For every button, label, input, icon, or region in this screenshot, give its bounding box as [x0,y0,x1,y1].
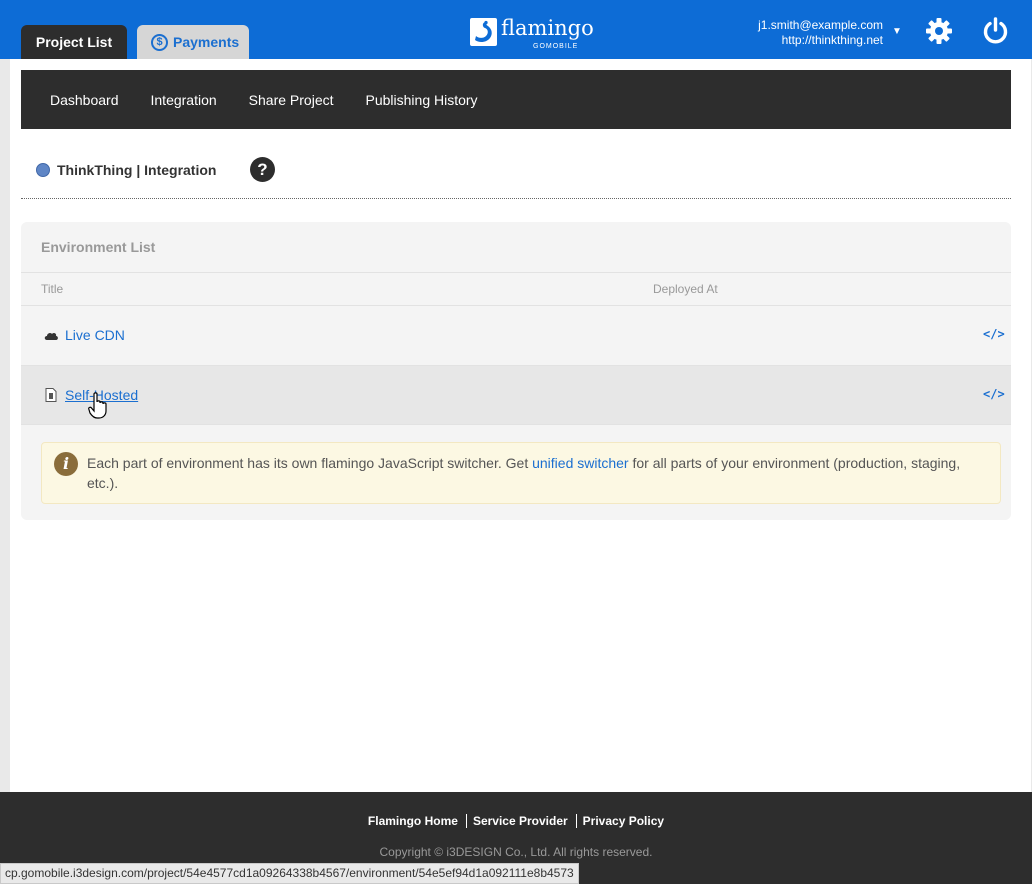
hand-cursor-icon [88,392,107,419]
dollar-circle-icon: $ [151,33,168,51]
subnav-dashboard[interactable]: Dashboard [50,92,119,108]
subnav-publishing-history[interactable]: Publishing History [366,92,478,108]
unified-switcher-link[interactable]: unified switcher [532,455,629,471]
tab-payments[interactable]: $ Payments [137,25,249,59]
footer-links: Flamingo Home Service Provider Privacy Pol… [0,814,1032,828]
page-header: ThinkThing | Integration [36,157,216,183]
code-icon[interactable]: </> [983,387,1005,401]
divider [21,272,1011,273]
tab-project-list-label: Project List [35,34,113,50]
page-title: ThinkThing | Integration [57,162,217,178]
subnav-share-project[interactable]: Share Project [249,92,334,108]
power-icon[interactable] [982,17,1009,44]
subnav-integration[interactable]: Integration [151,92,217,108]
copyright: Copyright © i3DESIGN Co., Ltd. All right… [379,845,653,859]
tab-payments-label: Payments [173,34,240,50]
account-menu[interactable]: j1.smith@example.com http://thinkthing.n… [758,18,883,48]
column-header-deployed-at: Deployed At [653,282,718,296]
help-button[interactable]: ? [250,157,275,182]
divider [21,198,1011,199]
account-site: http://thinkthing.net [781,33,883,47]
environment-panel: Environment List Title Deployed At Live … [21,222,1011,520]
sub-navigation: Dashboard Integration Share Project Publ… [21,70,1011,129]
brand-name: flamingo [501,16,594,40]
cloud-icon [44,332,58,340]
caret-down-icon[interactable]: ▼ [892,26,902,37]
brand-sub: GOMOBILE [533,43,579,50]
live-cdn-link[interactable]: Live CDN [65,327,125,343]
flamingo-logo[interactable]: flamingo GOMOBILE [470,16,594,54]
alert-text-before: Each part of environment has its own fla… [87,455,533,471]
footer-link-privacy-policy[interactable]: Privacy Policy [575,814,669,828]
alert-text: Each part of environment has its own fla… [87,453,992,493]
file-icon [45,388,57,402]
column-header-title: Title [41,282,64,296]
account-email: j1.smith@example.com [758,18,883,32]
gear-icon[interactable] [925,17,953,45]
environment-row-self-hosted: Self-Hosted </> [21,365,1011,425]
top-bar: Project List $ Payments flamingo GOMOBIL… [0,0,1032,59]
environment-row-live-cdn: Live CDN </> [21,305,1011,365]
flamingo-bird-icon [470,18,497,46]
tab-project-list[interactable]: Project List [21,25,127,59]
footer-link-flamingo-home[interactable]: Flamingo Home [364,814,462,828]
info-icon: i [54,452,78,476]
footer-link-service-provider[interactable]: Service Provider [465,814,572,828]
code-icon[interactable]: </> [983,327,1005,341]
info-alert: i Each part of environment has its own f… [41,442,1001,504]
status-bar-url: cp.gomobile.i3design.com/project/54e4577… [0,863,579,884]
panel-title: Environment List [41,239,156,255]
globe-icon [36,163,50,177]
